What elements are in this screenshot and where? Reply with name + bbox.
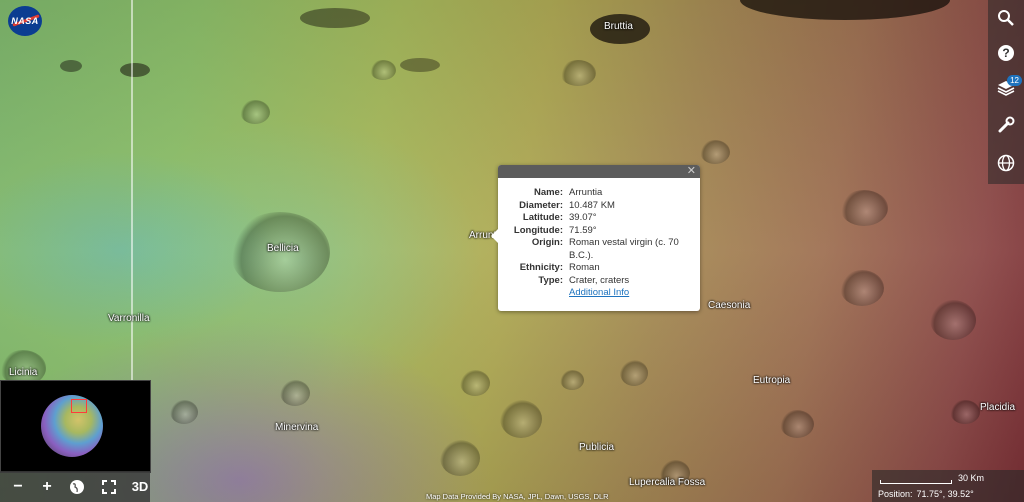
place-label-varronilla[interactable]: Varronilla [108,313,150,324]
navigation-controls: − + 3D [0,471,150,502]
crater [840,190,888,226]
position-label: Position: [878,489,913,499]
home-globe-button[interactable] [63,471,91,502]
attr-value: 71.59° [569,224,597,236]
close-icon[interactable]: ✕ [687,165,696,178]
feature-info-popup: ✕ Name: Arruntia Diameter: 10.487 KM Latit… [491,165,700,311]
search-icon [998,10,1014,26]
attr-value: Arruntia [569,187,603,198]
shadow-crater [60,60,82,72]
cursor-position: Position: 71.75°, 39.52° [878,489,974,499]
projection-button[interactable] [988,148,1024,178]
place-label-lupercalia-fossa[interactable]: Lupercalia Fossa [629,477,705,488]
crater [240,100,270,124]
crater [700,140,730,164]
attr-key-empty [498,287,566,300]
crater [950,400,980,424]
nasa-logo[interactable]: NASA [8,6,42,36]
layers-button[interactable]: 12 [988,73,1024,103]
crater [440,440,480,476]
wrench-icon [998,116,1015,133]
right-toolbar: ? 12 [988,0,1024,184]
place-label-eutropia[interactable]: Eutropia [753,375,790,386]
place-label-caesonia[interactable]: Caesonia [708,300,750,311]
popup-pointer [491,229,498,243]
attr-row: Name: Arruntia [498,187,692,200]
crater [500,400,542,438]
overview-minimap[interactable] [0,380,151,473]
scale-label: 30 Km [958,473,985,483]
layers-count-badge: 12 [1007,75,1022,86]
attr-row: Latitude: 39.07° [498,212,692,225]
attr-row: Additional Info [498,287,692,300]
attr-value: Roman [569,262,600,273]
shadow-crater [120,63,150,77]
zoom-in-button[interactable]: + [33,471,61,502]
fullscreen-icon [102,479,116,494]
scale-panel: 30 Km Position: 71.75°, 39.52° [872,470,1024,502]
map-attribution: Map Data Provided By NASA, JPL, Dawn, US… [426,492,609,501]
crater [460,370,490,396]
crater [930,300,976,340]
globe-icon [70,479,84,494]
attr-row: Ethnicity: Roman [498,262,692,275]
globe-icon [997,154,1015,172]
place-label-bruttia[interactable]: Bruttia [604,21,633,32]
shadow-crater [400,58,440,72]
crater [280,380,310,406]
attr-value: Roman vestal virgin (c. 70 B.C.). [569,237,679,261]
attr-value: Crater, craters [569,274,630,286]
shadow-crater [300,8,370,28]
attr-value: 10.487 KM [569,199,615,211]
feature-attributes: Name: Arruntia Diameter: 10.487 KM Latitud… [498,187,692,300]
place-label-publicia[interactable]: Publicia [579,442,614,453]
viewport-indicator [71,399,87,413]
help-button[interactable]: ? [988,38,1024,68]
crater [560,370,584,390]
question-icon: ? [998,45,1014,61]
crater [620,360,648,386]
crater [780,410,814,438]
attr-key: Longitude: [513,224,563,236]
3d-mode-button[interactable]: 3D [126,471,154,502]
search-button[interactable] [988,3,1024,33]
attr-key: Latitude: [522,212,563,223]
crater [560,60,596,86]
crater [170,400,198,424]
popup-header: ✕ [498,165,700,178]
tools-button[interactable] [988,110,1024,140]
attr-key: Name: [533,187,563,198]
attr-key: Diameter: [519,199,563,211]
attr-key: Origin: [531,237,563,248]
place-label-licinia[interactable]: Licinia [9,367,37,378]
attr-row: Longitude: 71.59° [498,225,692,238]
svg-text:?: ? [1002,46,1009,60]
attr-value: 39.07° [569,212,597,223]
logo-text: NASA [11,16,39,26]
fullscreen-button[interactable] [95,471,123,502]
attr-row: Type: Crater, craters [498,275,692,288]
crater [370,60,396,80]
additional-info-link[interactable]: Additional Info [569,287,629,298]
zoom-out-button[interactable]: − [4,471,32,502]
place-label-minervina[interactable]: Minervina [275,422,318,433]
crater [840,270,884,306]
scale-bar [880,480,952,484]
place-label-placidia[interactable]: Placidia [980,402,1015,413]
place-label-bellicia[interactable]: Bellicia [267,243,299,254]
attr-key: Ethnicity: [519,262,563,273]
attr-row: Diameter: 10.487 KM [498,200,692,213]
attr-key: Type: [538,274,563,286]
position-value: 71.75°, 39.52° [916,489,974,499]
attr-row: Origin: Roman vestal virgin (c. 70 B.C.). [498,237,692,262]
